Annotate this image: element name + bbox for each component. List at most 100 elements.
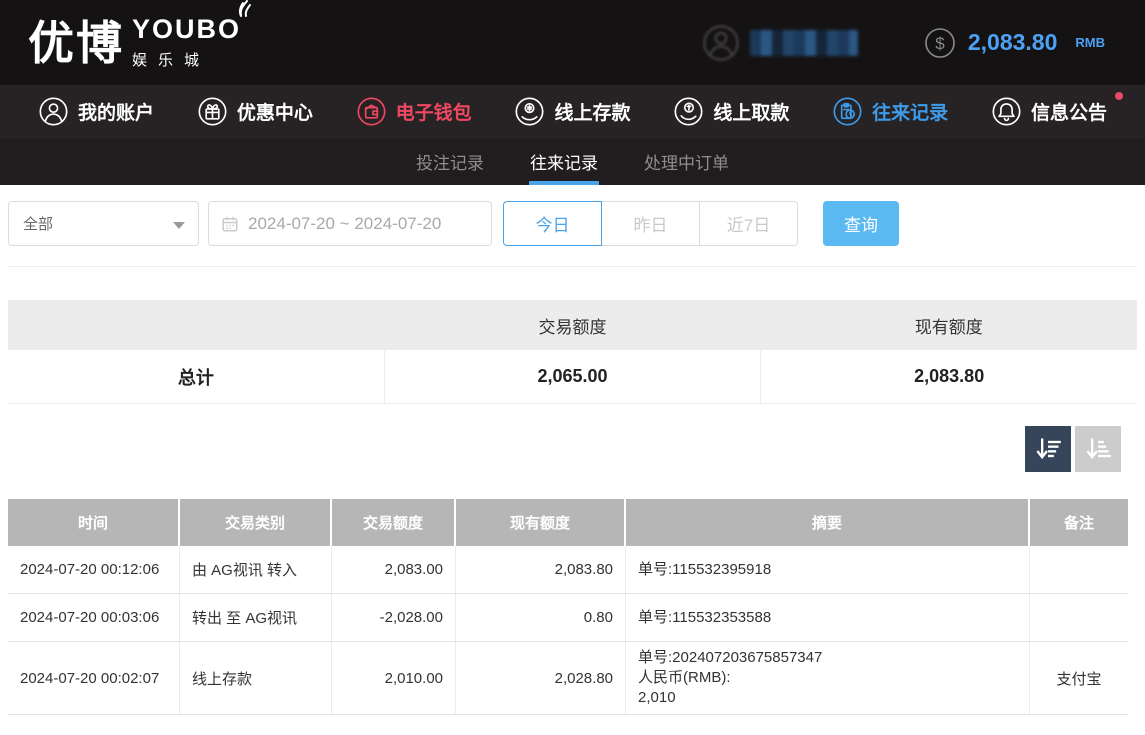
- sub-nav: 投注记录往来记录处理中订单: [0, 138, 1145, 185]
- nav-item-transaction-records[interactable]: 往来记录: [832, 96, 948, 127]
- summary-line: 单号:202407203675857347: [638, 648, 822, 668]
- table-header-row: 时间交易类别交易额度现有额度摘要备注: [8, 499, 1128, 546]
- summary-line: 单号:115532353588: [638, 608, 771, 628]
- summary-value-1: 2,065.00: [385, 350, 762, 403]
- column-header-2: 交易额度: [332, 499, 456, 546]
- summary-line: 单号:115532395918: [638, 560, 771, 580]
- balance-currency: RMB: [1075, 35, 1105, 50]
- flame-icon: [227, 0, 253, 29]
- records-icon: [832, 96, 863, 127]
- quick-date-group: 今日昨日近7日: [503, 201, 798, 246]
- site-logo[interactable]: 优博 YOUBO 娱乐城: [28, 15, 241, 70]
- summary-header-cell-2: 现有额度: [761, 300, 1137, 350]
- quick-button-last-7-days[interactable]: 近7日: [699, 201, 798, 246]
- cell-r0-c0: 2024-07-20 00:12:06: [8, 546, 180, 593]
- quick-button-today[interactable]: 今日: [503, 201, 602, 246]
- wallet-icon: [356, 96, 387, 127]
- nav-label-announcements: 信息公告: [1031, 98, 1107, 125]
- cell-r2-c5: 支付宝: [1030, 642, 1128, 714]
- table-body: 2024-07-20 00:12:06由 AG视讯 转入2,083.002,08…: [8, 546, 1128, 715]
- type-select[interactable]: 全部: [8, 201, 199, 246]
- nav-item-announcements[interactable]: 信息公告: [991, 96, 1107, 127]
- cell-r0-c2: 2,083.00: [332, 546, 456, 593]
- nav-item-online-withdraw[interactable]: 线上取款: [673, 96, 789, 127]
- nav-label-transaction-records: 往来记录: [872, 98, 948, 125]
- svg-text:$: $: [935, 34, 945, 53]
- cell-r2-c1: 线上存款: [180, 642, 332, 714]
- balance-amount: 2,083.80: [968, 29, 1058, 56]
- username-redacted: [750, 30, 858, 56]
- summary-table: 交易额度现有额度 总计2,065.002,083.80: [8, 300, 1137, 404]
- transactions-table: 时间交易类别交易额度现有额度摘要备注 2024-07-20 00:12:06由 …: [8, 499, 1128, 715]
- cell-r0-c4: 单号:115532395918: [626, 546, 1030, 593]
- cell-r1-c4: 单号:115532353588: [626, 594, 1030, 641]
- top-header: 优博 YOUBO 娱乐城 $ 2,083.80 RMB: [0, 0, 1145, 85]
- table-row: 2024-07-20 00:02:07线上存款2,010.002,028.80单…: [8, 642, 1128, 715]
- withdraw-icon: [673, 96, 704, 127]
- column-header-5: 备注: [1030, 499, 1128, 546]
- nav-item-my-account[interactable]: 我的账户: [38, 96, 154, 127]
- summary-header-cell-0: [8, 300, 384, 350]
- column-header-1: 交易类别: [180, 499, 332, 546]
- user-group[interactable]: [702, 24, 858, 62]
- column-header-4: 摘要: [626, 499, 1030, 546]
- cell-r1-c5: [1030, 594, 1128, 641]
- cell-r1-c2: -2,028.00: [332, 594, 456, 641]
- cell-r2-c3: 2,028.80: [456, 642, 626, 714]
- cell-r1-c3: 0.80: [456, 594, 626, 641]
- logo-sub-text: 娱乐城: [132, 49, 241, 70]
- summary-line: 2,010: [638, 688, 676, 708]
- cell-r0-c3: 2,083.80: [456, 546, 626, 593]
- user-icon: [38, 96, 69, 127]
- bell-icon: [991, 96, 1022, 127]
- cell-r0-c1: 由 AG视讯 转入: [180, 546, 332, 593]
- deposit-icon: [514, 96, 545, 127]
- cell-r0-c5: [1030, 546, 1128, 593]
- table-row: 2024-07-20 00:12:06由 AG视讯 转入2,083.002,08…: [8, 546, 1128, 594]
- main-nav: 我的账户 优惠中心 电子钱包 线上存款 线上取款 往来记录 信息公告: [0, 85, 1145, 138]
- summary-value-2: 2,083.80: [761, 350, 1137, 403]
- chevron-down-icon: [173, 222, 185, 229]
- nav-item-e-wallet[interactable]: 电子钱包: [356, 96, 472, 127]
- logo-right: YOUBO 娱乐城: [132, 15, 241, 70]
- cell-r2-c0: 2024-07-20 00:02:07: [8, 642, 180, 714]
- nav-label-e-wallet: 电子钱包: [396, 98, 472, 125]
- sort-ascending-icon: [1084, 435, 1112, 463]
- summary-header-row: 交易额度现有额度: [8, 300, 1137, 350]
- nav-label-my-account: 我的账户: [78, 98, 154, 125]
- sort-descending-icon: [1034, 435, 1062, 463]
- content: 全部 2024-07-20 ~ 2024-07-20 今日昨日近7日 查询 交易…: [0, 201, 1145, 715]
- sort-descending-button[interactable]: [1025, 426, 1071, 472]
- nav-item-online-deposit[interactable]: 线上存款: [514, 96, 630, 127]
- tab-bet-records[interactable]: 投注记录: [415, 138, 485, 185]
- date-range-field[interactable]: 2024-07-20 ~ 2024-07-20: [208, 201, 492, 246]
- cell-r2-c4: 单号:202407203675857347人民币(RMB):2,010: [626, 642, 1030, 714]
- notification-dot: [1115, 92, 1123, 100]
- dollar-circle-icon: $: [924, 27, 956, 59]
- column-header-0: 时间: [8, 499, 180, 546]
- summary-line: 人民币(RMB):: [638, 668, 731, 688]
- logo-cn-text: 优博: [28, 20, 124, 66]
- cell-r1-c1: 转出 至 AG视讯: [180, 594, 332, 641]
- nav-label-online-withdraw: 线上取款: [713, 98, 789, 125]
- summary-header-cell-1: 交易额度: [384, 300, 760, 350]
- calendar-icon: [221, 215, 239, 233]
- quick-button-yesterday[interactable]: 昨日: [601, 201, 700, 246]
- divider: [8, 266, 1137, 267]
- logo-en-text: YOUBO: [132, 15, 241, 45]
- cell-r1-c0: 2024-07-20 00:03:06: [8, 594, 180, 641]
- nav-item-promo-center[interactable]: 优惠中心: [197, 96, 313, 127]
- summary-total-row: 总计2,065.002,083.80: [8, 350, 1137, 404]
- nav-label-online-deposit: 线上存款: [554, 98, 630, 125]
- search-button[interactable]: 查询: [823, 201, 899, 246]
- column-header-3: 现有额度: [456, 499, 626, 546]
- balance-group[interactable]: $ 2,083.80 RMB: [924, 27, 1105, 59]
- nav-label-promo-center: 优惠中心: [237, 98, 313, 125]
- tab-transaction-records[interactable]: 往来记录: [529, 138, 599, 185]
- header-right: $ 2,083.80 RMB: [702, 24, 1105, 62]
- sort-ascending-button[interactable]: [1075, 426, 1121, 472]
- filter-row: 全部 2024-07-20 ~ 2024-07-20 今日昨日近7日 查询: [8, 201, 1137, 246]
- tab-pending-orders[interactable]: 处理中订单: [643, 138, 730, 185]
- avatar-icon: [702, 24, 740, 62]
- gift-icon: [197, 96, 228, 127]
